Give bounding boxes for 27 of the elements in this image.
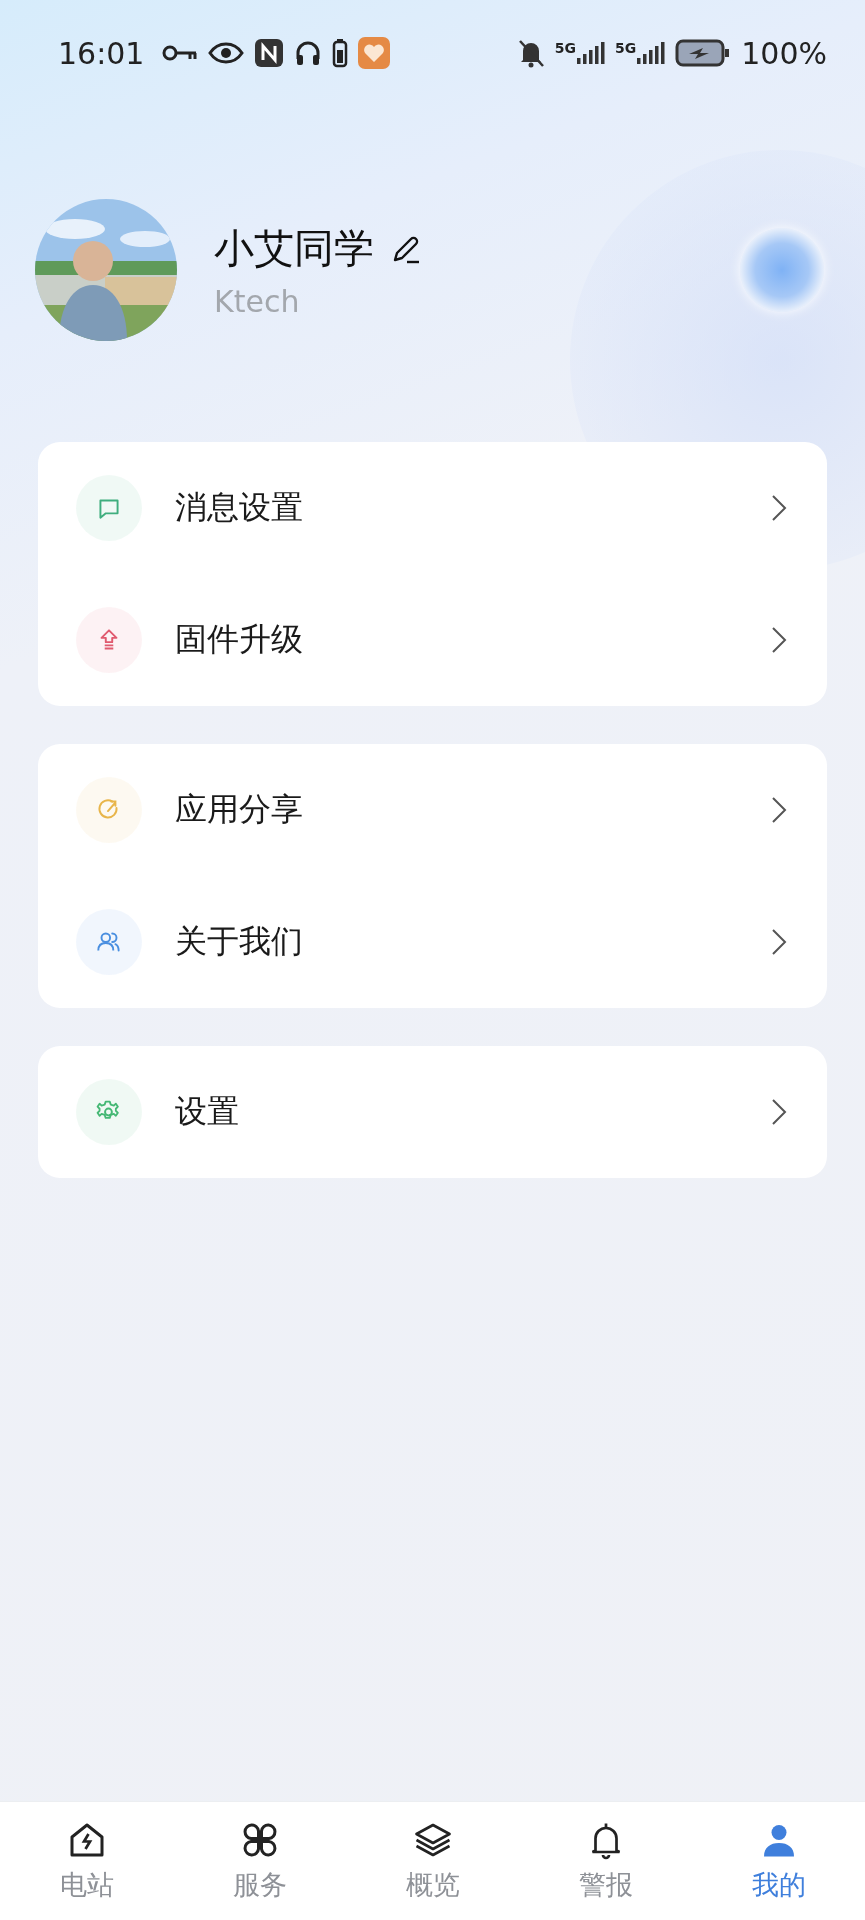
user-subtitle: Ktech [214, 284, 301, 319]
chevron-right-icon [771, 1098, 787, 1126]
heart-app-icon [358, 37, 391, 69]
menu-item[interactable]: 应用分享 [38, 744, 827, 876]
nav-tab[interactable]: 我的 [692, 1802, 865, 1920]
chevron-right-icon [771, 494, 787, 522]
chevron-right-icon [771, 796, 787, 824]
network-label: 5G [615, 40, 637, 56]
signal-icon [577, 40, 605, 66]
menu-item[interactable]: 固件升级 [38, 574, 827, 706]
battery-percent: 100% [741, 35, 827, 71]
status-time: 16:01 [58, 35, 145, 71]
battery-icon [332, 38, 349, 68]
user-name: 小艾同学 [214, 224, 374, 273]
nfc-icon [254, 38, 285, 68]
chevron-right-icon [771, 626, 787, 654]
menu-item[interactable]: 消息设置 [38, 442, 827, 574]
charging-battery-icon [675, 38, 732, 68]
headphones-icon [294, 39, 323, 67]
bell-muted-icon [516, 38, 545, 68]
eye-icon [208, 42, 245, 64]
chevron-right-icon [771, 928, 787, 956]
signal-icon [637, 40, 666, 66]
menu-item[interactable]: 关于我们 [38, 876, 827, 1008]
key-icon [162, 43, 199, 63]
menu-item[interactable]: 设置 [38, 1046, 827, 1178]
network-label: 5G [554, 40, 576, 56]
